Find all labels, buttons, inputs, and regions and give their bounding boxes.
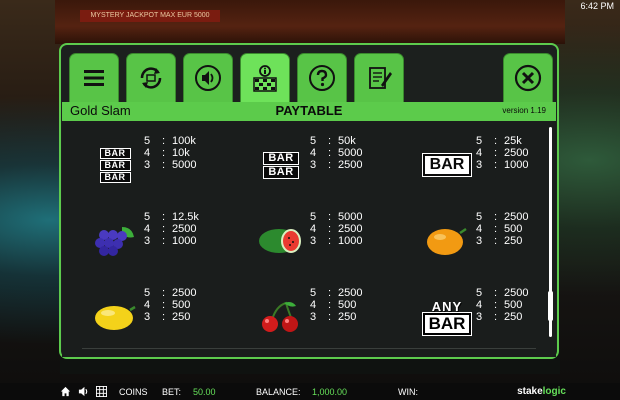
question-icon (309, 65, 335, 91)
watermelon-icon (252, 211, 310, 271)
pay-values: 5:12.5k 4:2500 3:1000 (144, 211, 199, 247)
brand-logo: stakelogic (517, 386, 566, 397)
pay-values: 5:5000 4:2500 3:1000 (310, 211, 363, 247)
paytable-entry-cherries: 5:2500 4:500 3:250 (252, 287, 402, 347)
pay-values: 5:2500 4:500 3:250 (310, 287, 363, 323)
pay-values: 5:2500 4:500 3:250 (476, 211, 529, 247)
background-jackpot-banner: MYSTERY JACKPOT MAX EUR 5000 (80, 10, 220, 22)
pay-values: 5:100k 4:10k 3:5000 (144, 135, 197, 171)
paytable-entry-any-bar: ANY BAR 5:2500 4:500 3:250 (418, 287, 568, 347)
pay-values: 5:25k 4:2500 3:1000 (476, 135, 529, 171)
bar-label: BAR (99, 147, 131, 159)
home-icon[interactable] (60, 386, 71, 397)
paytable-entry-double-bar: BAR BAR 5:50k 4:5000 3:2500 (252, 135, 402, 195)
paytable-content: BAR BAR BAR 5:100k 4:10k 3:5000 BAR BAR … (62, 121, 556, 357)
orange-icon (418, 211, 476, 271)
grid-menu-icon[interactable] (96, 386, 107, 397)
scrollbar-track[interactable] (548, 127, 553, 337)
menu-row (69, 53, 553, 105)
page-title: PAYTABLE (275, 103, 343, 118)
coins-toggle[interactable]: COINS (119, 387, 148, 397)
paytable-entry-lemon: 5:2500 4:500 3:250 (86, 287, 236, 347)
status-time: 6:42 PM (580, 1, 614, 11)
speaker-icon (195, 65, 221, 91)
paytable-entry-single-bar: BAR 5:25k 4:2500 3:1000 (418, 135, 568, 195)
balance-value: 1,000.00 (312, 387, 348, 397)
paytable-entry-watermelon: 5:5000 4:2500 3:1000 (252, 211, 402, 271)
cycle-icon (140, 67, 162, 89)
notepad-icon (369, 67, 392, 89)
background-reels-top (55, 0, 565, 44)
paytable-panel: Gold Slam PAYTABLE version 1.19 BAR BAR … (59, 43, 559, 359)
triple-bar-symbol: BAR BAR BAR (86, 135, 144, 195)
paytable-button[interactable] (240, 53, 290, 105)
close-icon (514, 64, 542, 92)
cherries-icon (252, 287, 310, 347)
bottom-status-bar: COINS BET: 50.00 BALANCE: 1,000.00 WIN: … (0, 383, 620, 400)
pay-values: 5:2500 4:500 3:250 (144, 287, 197, 323)
speaker-icon[interactable] (78, 386, 89, 397)
double-bar-symbol: BAR BAR (252, 135, 310, 195)
menu-button[interactable] (69, 53, 119, 103)
pay-values: 5:2500 4:500 3:250 (476, 287, 529, 323)
win-label: WIN: (398, 387, 418, 397)
sound-button[interactable] (183, 53, 233, 103)
bet-label: BET: (162, 387, 182, 397)
version-label: version 1.19 (502, 106, 546, 115)
paytable-entry-triple-bar: BAR BAR BAR 5:100k 4:10k 3:5000 (86, 135, 236, 195)
scrollbar-thumb[interactable] (548, 291, 553, 321)
bar-label: BAR (421, 311, 473, 336)
paytable-entry-orange: 5:2500 4:500 3:250 (418, 211, 568, 271)
bar-label: BAR (421, 153, 473, 177)
bar-label: BAR (99, 171, 131, 183)
single-bar-symbol: BAR (418, 135, 476, 195)
any-label: ANY (431, 298, 463, 314)
bar-label: BAR (99, 159, 131, 171)
paytable-header: Gold Slam PAYTABLE version 1.19 (62, 102, 556, 121)
help-button[interactable] (297, 53, 347, 103)
history-button[interactable] (354, 53, 404, 103)
balance-label: BALANCE: (256, 387, 301, 397)
pay-values: 5:50k 4:5000 3:2500 (310, 135, 363, 171)
grapes-icon (86, 211, 144, 271)
close-button[interactable] (503, 53, 553, 103)
autoplay-button[interactable] (126, 53, 176, 103)
any-bar-symbol: ANY BAR (418, 287, 476, 347)
hamburger-icon (84, 70, 104, 86)
info-grid-icon (253, 65, 277, 92)
bar-label: BAR (263, 151, 299, 165)
divider (82, 348, 536, 349)
lemon-icon (86, 287, 144, 347)
bet-value: 50.00 (193, 387, 216, 397)
paytable-entry-grapes: 5:12.5k 4:2500 3:1000 (86, 211, 236, 271)
bar-label: BAR (263, 165, 299, 179)
